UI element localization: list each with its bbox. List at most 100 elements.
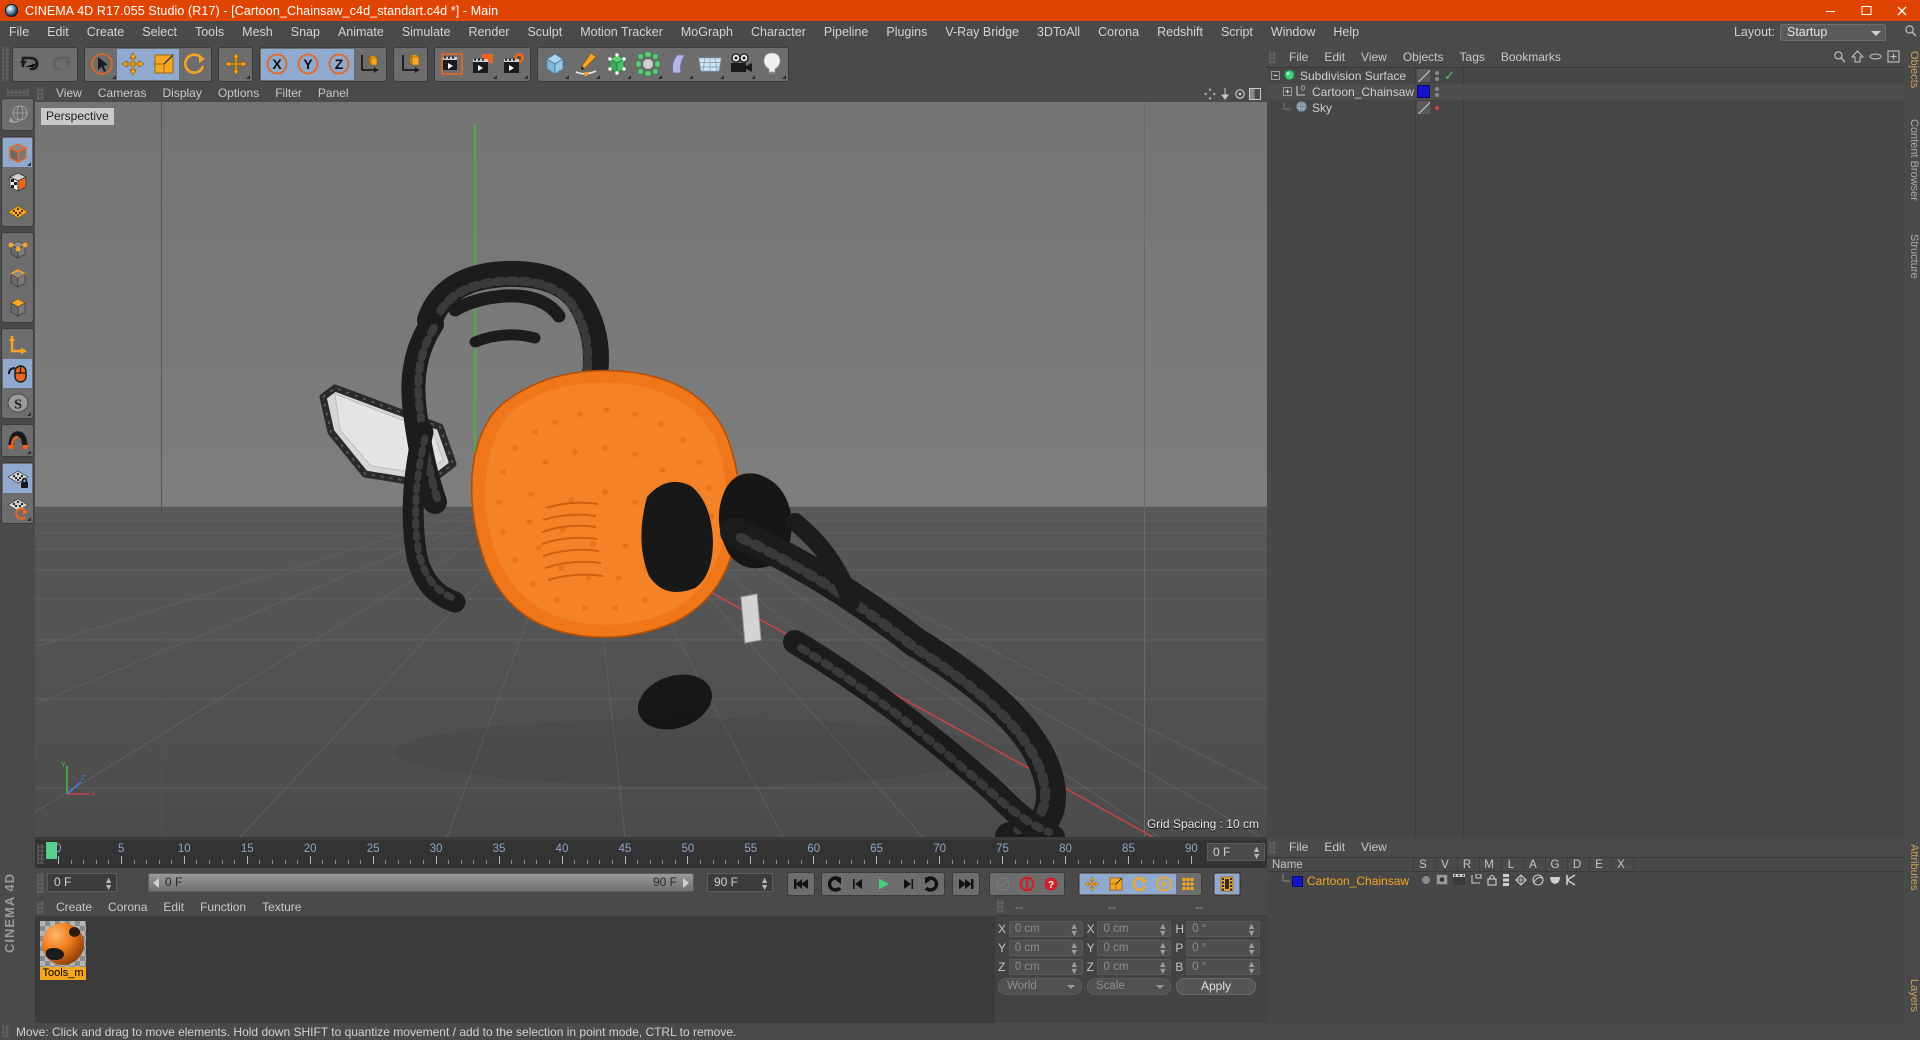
world-coordinate-button[interactable] bbox=[3, 330, 32, 359]
viewport-menu-view[interactable]: View bbox=[48, 85, 90, 102]
material-menu-edit[interactable]: Edit bbox=[155, 898, 192, 916]
menu-mograph[interactable]: MoGraph bbox=[672, 21, 742, 43]
menu-character[interactable]: Character bbox=[742, 21, 815, 43]
spinner-icon[interactable]: ▲ ▼ bbox=[1070, 959, 1079, 975]
menu-3dtoall[interactable]: 3DToAll bbox=[1028, 21, 1089, 43]
previous-frame-button[interactable] bbox=[847, 874, 871, 894]
next-frame-button[interactable] bbox=[895, 874, 919, 894]
add-camera-button[interactable] bbox=[725, 48, 756, 80]
timeline-track[interactable]: 0 5 10 15 20 25 30 35 40 45 50 55 60 65 70 75 80 85 90 bbox=[46, 842, 1201, 866]
axis-x-button[interactable]: X bbox=[261, 48, 292, 80]
magnet-tool-button[interactable] bbox=[3, 426, 32, 455]
axis-z-button[interactable]: Z bbox=[323, 48, 354, 80]
polygon-mode-button[interactable] bbox=[3, 292, 32, 321]
takes-menu-view[interactable]: View bbox=[1353, 838, 1395, 856]
menu-pipeline[interactable]: Pipeline bbox=[815, 21, 877, 43]
visibility-dots[interactable] bbox=[1435, 86, 1439, 97]
perspective-viewport[interactable]: Perspective Y X Z Grid Spacing: 10 cm bbox=[35, 102, 1267, 837]
object-menu-edit[interactable]: Edit bbox=[1316, 48, 1353, 66]
object-row-subdivision-surface[interactable]: Subdivision Surface ✓ bbox=[1267, 68, 1904, 84]
menu-select[interactable]: Select bbox=[133, 21, 186, 43]
take-expression-icon[interactable] bbox=[1549, 874, 1561, 888]
menu-mesh[interactable]: Mesh bbox=[233, 21, 282, 43]
add-spline-button[interactable] bbox=[570, 48, 601, 80]
material-thumbnail[interactable] bbox=[40, 921, 86, 967]
point-mode-button[interactable] bbox=[3, 234, 32, 263]
menu-render[interactable]: Render bbox=[459, 21, 518, 43]
coordinate-system-button[interactable] bbox=[395, 48, 426, 80]
menu-corona[interactable]: Corona bbox=[1089, 21, 1148, 43]
material-menu-grip[interactable] bbox=[37, 900, 44, 914]
current-frame-input[interactable]: 0 F ▲ ▼ bbox=[47, 873, 117, 892]
range-left-arrow-icon[interactable] bbox=[153, 878, 159, 888]
add-generator-button[interactable] bbox=[601, 48, 632, 80]
minimize-button[interactable] bbox=[1812, 0, 1848, 21]
spinner-icon[interactable]: ▲ ▼ bbox=[1070, 940, 1079, 956]
enable-axis-modification-button[interactable] bbox=[3, 359, 32, 388]
take-color-swatch[interactable] bbox=[1292, 875, 1303, 887]
material-tag-icon[interactable] bbox=[1417, 85, 1430, 98]
size-x-input[interactable]: 0 cm ▲ ▼ bbox=[1097, 920, 1172, 937]
render-settings-button[interactable] bbox=[498, 48, 529, 80]
spinner-icon[interactable]: ▲ ▼ bbox=[1247, 959, 1256, 975]
spinner-icon[interactable]: ▲ ▼ bbox=[1158, 959, 1167, 975]
coordinates-grip[interactable] bbox=[997, 900, 1004, 913]
rotate-view-icon[interactable] bbox=[1234, 88, 1246, 100]
workplane-rotate-button[interactable] bbox=[3, 493, 32, 522]
layout-dropdown[interactable]: Startup bbox=[1780, 23, 1886, 41]
object-menu-view[interactable]: View bbox=[1353, 48, 1395, 66]
key-position-button[interactable] bbox=[1080, 874, 1104, 894]
menu-edit[interactable]: Edit bbox=[38, 21, 78, 43]
search-icon[interactable] bbox=[1904, 24, 1917, 38]
viewport-menu-grip[interactable] bbox=[37, 87, 44, 100]
menu-file[interactable]: File bbox=[0, 21, 38, 43]
world-object-axis-button[interactable] bbox=[354, 48, 385, 80]
take-display-icon[interactable] bbox=[1436, 874, 1449, 888]
menu-create[interactable]: Create bbox=[78, 21, 134, 43]
undo-view-button[interactable] bbox=[3, 100, 32, 129]
object-menu-objects[interactable]: Objects bbox=[1395, 48, 1452, 66]
play-forward-button[interactable] bbox=[871, 874, 895, 894]
spinner-icon[interactable]: ▲ ▼ bbox=[1252, 845, 1261, 861]
menu-animate[interactable]: Animate bbox=[329, 21, 393, 43]
spinner-icon[interactable]: ▲ ▼ bbox=[760, 876, 769, 892]
take-render-icon[interactable] bbox=[1453, 874, 1466, 888]
object-menu-tags[interactable]: Tags bbox=[1452, 48, 1493, 66]
play-loop-button[interactable] bbox=[919, 874, 943, 894]
add-mograph-button[interactable] bbox=[632, 48, 663, 80]
tab-layers[interactable]: Layers bbox=[1904, 973, 1920, 1018]
rotate-tool-button[interactable] bbox=[179, 48, 210, 80]
object-row-cartoon-chainsaw[interactable]: 0 Cartoon_Chainsaw bbox=[1267, 84, 1904, 100]
take-layers-icon[interactable] bbox=[1502, 873, 1510, 889]
menu-plugins[interactable]: Plugins bbox=[877, 21, 936, 43]
preview-range-slider[interactable]: 0 F 90 F bbox=[148, 873, 694, 892]
redo-button[interactable] bbox=[45, 48, 76, 80]
menu-tools[interactable]: Tools bbox=[186, 21, 233, 43]
live-selection-button[interactable] bbox=[86, 48, 117, 80]
material-menu-function[interactable]: Function bbox=[192, 898, 254, 916]
position-x-input[interactable]: 0 cm ▲ ▼ bbox=[1008, 920, 1083, 937]
viewport-menu-panel[interactable]: Panel bbox=[310, 85, 357, 102]
position-y-input[interactable]: 0 cm ▲ ▼ bbox=[1008, 939, 1083, 956]
enabled-check-icon[interactable]: ✓ bbox=[1444, 69, 1455, 82]
render-visibility-dot[interactable] bbox=[1435, 76, 1439, 81]
render-view-button[interactable] bbox=[436, 48, 467, 80]
search-icon[interactable] bbox=[1833, 50, 1846, 66]
position-z-input[interactable]: 0 cm ▲ ▼ bbox=[1008, 958, 1083, 975]
takes-list[interactable]: Cartoon_Chainsaw bbox=[1267, 873, 1904, 1023]
workplane-lock-button[interactable] bbox=[3, 464, 32, 493]
maximize-button[interactable] bbox=[1848, 0, 1884, 21]
pan-view-icon[interactable] bbox=[1204, 87, 1216, 100]
viewport-menu-cameras[interactable]: Cameras bbox=[90, 85, 155, 102]
object-menu-bookmarks[interactable]: Bookmarks bbox=[1493, 48, 1569, 66]
scale-tool-button[interactable] bbox=[148, 48, 179, 80]
takes-grip[interactable] bbox=[1269, 840, 1276, 854]
polygon-axis-mode-button[interactable] bbox=[3, 196, 32, 225]
end-frame-input[interactable]: 90 F ▲ ▼ bbox=[707, 873, 773, 892]
maximize-viewport-icon[interactable] bbox=[1249, 87, 1261, 100]
tab-structure[interactable]: Structure bbox=[1904, 228, 1920, 285]
timeline-grip[interactable] bbox=[37, 844, 44, 864]
timeline-ruler[interactable]: 0 5 10 15 20 25 30 35 40 45 50 55 60 65 70 75 80 85 90 0 F… bbox=[35, 840, 1267, 868]
menu-sculpt[interactable]: Sculpt bbox=[518, 21, 571, 43]
record-active-objects-button[interactable] bbox=[1015, 874, 1039, 894]
